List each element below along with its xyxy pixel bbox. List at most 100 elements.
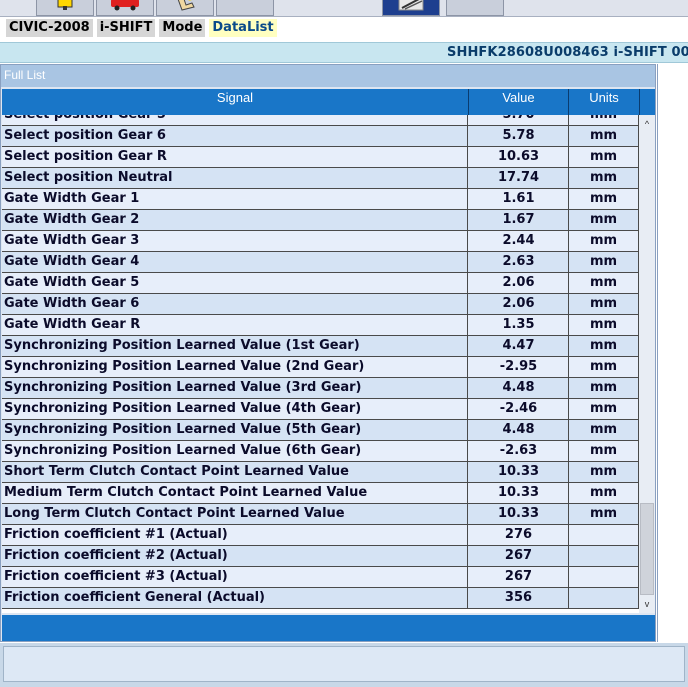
signal-name: Synchronizing Position Learned Value (6t… xyxy=(3,441,468,461)
signal-units: mm xyxy=(569,273,639,293)
signal-name: Friction coefficient General (Actual) xyxy=(3,588,468,608)
table-row[interactable]: Friction coefficient #1 (Actual) 276 xyxy=(2,525,639,546)
status-field xyxy=(3,646,685,682)
table-row[interactable]: Select position Gear R 10.63 mm xyxy=(2,147,639,168)
breadcrumb-system[interactable]: i-SHIFT xyxy=(96,19,156,37)
breadcrumb: CIVIC-2008 i-SHIFT Mode DataList xyxy=(0,17,688,40)
table-row[interactable]: Select position Gear 55.70mm xyxy=(2,115,639,126)
signal-name: Select position Gear R xyxy=(3,147,468,167)
signal-value: -2.46 xyxy=(469,399,569,419)
signal-units xyxy=(569,567,639,587)
signal-name: Select position Gear 5 xyxy=(3,115,468,125)
signal-units: mm xyxy=(569,294,639,314)
tools-icon xyxy=(398,0,424,11)
signal-name: Gate Width Gear 4 xyxy=(3,252,468,272)
column-header-signal[interactable]: Signal xyxy=(2,89,469,115)
signal-name: Medium Term Clutch Contact Point Learned… xyxy=(3,483,468,503)
signal-value: 10.33 xyxy=(469,462,569,482)
breadcrumb-model[interactable]: CIVIC-2008 xyxy=(6,19,93,37)
table-row[interactable]: Synchronizing Position Learned Value (4t… xyxy=(2,399,639,420)
breadcrumb-mode[interactable]: Mode xyxy=(159,19,206,37)
signal-name: Synchronizing Position Learned Value (3r… xyxy=(3,378,468,398)
car-icon-button[interactable] xyxy=(96,0,154,16)
hand-icon-button[interactable] xyxy=(156,0,214,16)
vin-text: SHHFK28608U008463 i-SHIFT 00 08 xyxy=(447,45,688,60)
column-header-value[interactable]: Value xyxy=(469,89,569,115)
signal-value: 4.48 xyxy=(469,420,569,440)
table-row[interactable]: Select position Gear 6 5.78 mm xyxy=(2,126,639,147)
vin-bar: SHHFK28608U008463 i-SHIFT 00 08 xyxy=(0,42,688,63)
table-row[interactable]: Gate Width Gear 5 2.06 mm xyxy=(2,273,639,294)
table-footer-bar xyxy=(2,615,655,641)
breadcrumb-datalist[interactable]: DataList xyxy=(209,19,277,37)
scroll-up-icon[interactable]: ^ xyxy=(639,117,655,131)
scrollbar-thumb[interactable] xyxy=(640,503,654,595)
table-row[interactable]: Select position Neutral 17.74 mm xyxy=(2,168,639,189)
signal-value: 1.67 xyxy=(469,210,569,230)
signal-name: Synchronizing Position Learned Value (2n… xyxy=(3,357,468,377)
table-row[interactable]: Short Term Clutch Contact Point Learned … xyxy=(2,462,639,483)
signal-units xyxy=(569,546,639,566)
signal-units: mm xyxy=(569,315,639,335)
table-header: Signal Value Units xyxy=(2,89,655,115)
empty-button[interactable] xyxy=(216,0,274,16)
signal-units: mm xyxy=(569,210,639,230)
table-row[interactable]: Gate Width Gear 2 1.67 mm xyxy=(2,210,639,231)
scroll-down-icon[interactable]: v xyxy=(639,597,655,611)
column-header-units[interactable]: Units xyxy=(569,89,640,115)
signal-name: Friction coefficient #3 (Actual) xyxy=(3,567,468,587)
table-row[interactable]: Synchronizing Position Learned Value (3r… xyxy=(2,378,639,399)
signal-value: 267 xyxy=(469,546,569,566)
signal-name: Gate Width Gear R xyxy=(3,315,468,335)
signal-value: 276 xyxy=(469,525,569,545)
signal-value: 17.74 xyxy=(469,168,569,188)
blank-button[interactable] xyxy=(446,0,504,16)
signal-units: mm xyxy=(569,357,639,377)
table-row[interactable]: Gate Width Gear 3 2.44 mm xyxy=(2,231,639,252)
signal-name: Gate Width Gear 5 xyxy=(3,273,468,293)
panel-title: Full List xyxy=(1,65,655,87)
signal-value: 4.48 xyxy=(469,378,569,398)
table-row[interactable]: Friction coefficient #2 (Actual) 267 xyxy=(2,546,639,567)
signal-value: 267 xyxy=(469,567,569,587)
signal-units: mm xyxy=(569,147,639,167)
signal-units: mm xyxy=(569,378,639,398)
table-row[interactable]: Long Term Clutch Contact Point Learned V… xyxy=(2,504,639,525)
car-icon xyxy=(111,0,139,11)
table-row[interactable]: Gate Width Gear 4 2.63 mm xyxy=(2,252,639,273)
status-bar xyxy=(0,643,688,687)
signal-value: 5.78 xyxy=(469,126,569,146)
table-row[interactable]: Synchronizing Position Learned Value (6t… xyxy=(2,441,639,462)
signal-name: Select position Gear 6 xyxy=(3,126,468,146)
table-row[interactable]: Gate Width Gear 1 1.61 mm xyxy=(2,189,639,210)
table-row[interactable]: Friction coefficient General (Actual) 356 xyxy=(2,588,639,609)
signal-value: 2.06 xyxy=(469,273,569,293)
signal-value: 5.70 xyxy=(469,115,569,125)
signal-value: 10.33 xyxy=(469,504,569,524)
signal-name: Gate Width Gear 6 xyxy=(3,294,468,314)
table-row[interactable]: Synchronizing Position Learned Value (5t… xyxy=(2,420,639,441)
table-row[interactable]: Gate Width Gear R 1.35 mm xyxy=(2,315,639,336)
signal-name: Short Term Clutch Contact Point Learned … xyxy=(3,462,468,482)
signal-units: mm xyxy=(569,168,639,188)
vertical-scrollbar[interactable]: ^ v xyxy=(639,115,655,613)
signal-value: 2.44 xyxy=(469,231,569,251)
note-icon-button[interactable] xyxy=(36,0,94,16)
table-row[interactable]: Gate Width Gear 6 2.06 mm xyxy=(2,294,639,315)
side-panel xyxy=(657,64,688,642)
signal-value: 2.06 xyxy=(469,294,569,314)
signal-name: Gate Width Gear 1 xyxy=(3,189,468,209)
table-row[interactable]: Synchronizing Position Learned Value (1s… xyxy=(2,336,639,357)
signal-units: mm xyxy=(569,399,639,419)
signal-value: 2.63 xyxy=(469,252,569,272)
signal-table: Select position Gear 55.70mmSelect posit… xyxy=(2,115,639,613)
table-row[interactable]: Synchronizing Position Learned Value (2n… xyxy=(2,357,639,378)
tools-icon-button[interactable] xyxy=(382,0,440,16)
note-icon xyxy=(57,0,73,10)
signal-units: mm xyxy=(569,462,639,482)
table-row[interactable]: Friction coefficient #3 (Actual) 267 xyxy=(2,567,639,588)
table-row[interactable]: Medium Term Clutch Contact Point Learned… xyxy=(2,483,639,504)
signal-value: 4.47 xyxy=(469,336,569,356)
signal-units: mm xyxy=(569,504,639,524)
signal-value: 356 xyxy=(469,588,569,608)
